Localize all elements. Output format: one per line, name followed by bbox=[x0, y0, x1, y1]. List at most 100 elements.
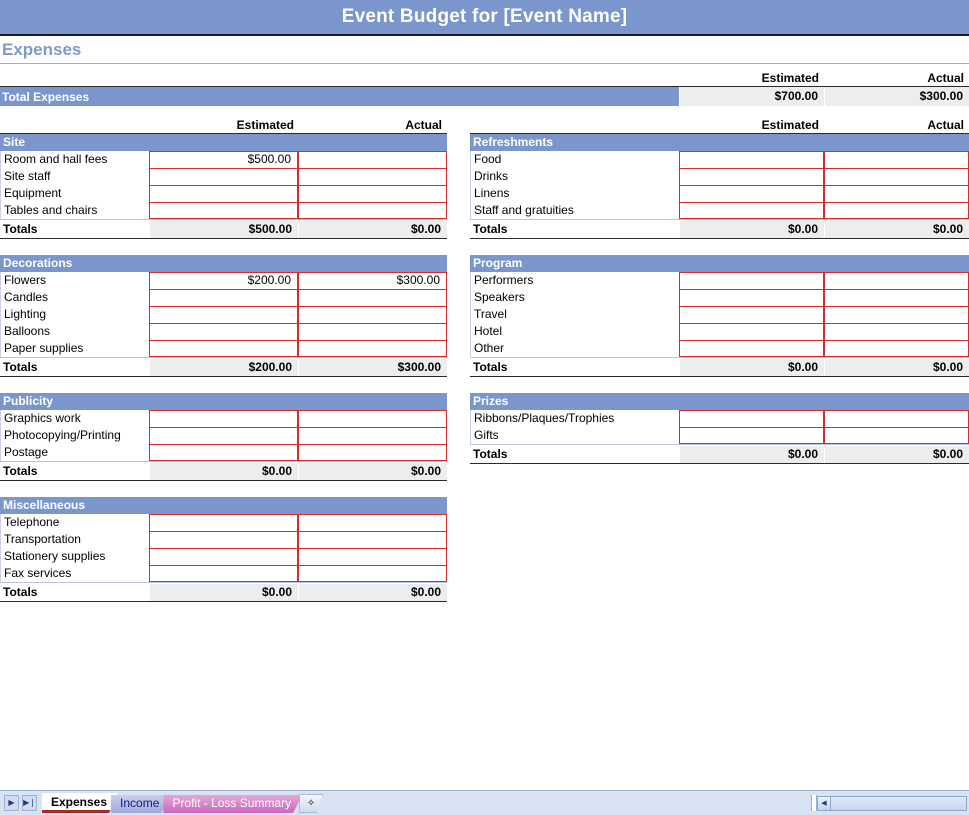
budget-row-label: Linens bbox=[471, 185, 679, 202]
actual-input-cell[interactable] bbox=[824, 185, 969, 202]
actual-input-cell[interactable] bbox=[298, 202, 447, 219]
budget-row-label: Postage bbox=[1, 444, 149, 461]
estimated-input-cell[interactable] bbox=[679, 410, 824, 427]
section-totals-row: Totals$0.00$0.00 bbox=[470, 357, 969, 377]
section-title: Publicity bbox=[0, 393, 447, 410]
section-program: ProgramPerformersSpeakersTravelHotelOthe… bbox=[470, 255, 969, 377]
budget-row-label: Photocopying/Printing bbox=[1, 427, 149, 444]
estimated-input-cell[interactable] bbox=[149, 185, 298, 202]
totals-label: Totals bbox=[0, 584, 149, 601]
actual-input-cell[interactable] bbox=[824, 168, 969, 185]
budget-row: Candles bbox=[1, 289, 447, 306]
budget-row-label: Other bbox=[471, 340, 679, 357]
actual-input-cell[interactable] bbox=[824, 410, 969, 427]
budget-row: Hotel bbox=[471, 323, 969, 340]
budget-row-label: Transportation bbox=[1, 531, 149, 548]
scrollbar-track[interactable] bbox=[831, 796, 967, 811]
estimated-input-cell[interactable] bbox=[679, 427, 824, 444]
actual-input-cell[interactable] bbox=[298, 444, 447, 461]
actual-input-cell[interactable] bbox=[824, 272, 969, 289]
estimated-input-cell[interactable] bbox=[149, 514, 298, 531]
totals-estimated-value: $0.00 bbox=[679, 221, 824, 238]
estimated-input-cell[interactable] bbox=[149, 202, 298, 219]
estimated-input-cell[interactable] bbox=[679, 151, 824, 168]
actual-input-cell[interactable] bbox=[824, 323, 969, 340]
actual-input-cell[interactable] bbox=[298, 185, 447, 202]
section-rows: FoodDrinksLinensStaff and gratuities bbox=[470, 151, 969, 219]
estimated-input-cell[interactable] bbox=[679, 272, 824, 289]
section-totals-row: Totals$0.00$0.00 bbox=[470, 219, 969, 239]
actual-input-cell[interactable] bbox=[298, 168, 447, 185]
budget-row-label: Food bbox=[471, 151, 679, 168]
section-rows: Graphics workPhotocopying/PrintingPostag… bbox=[0, 410, 447, 461]
budget-row: Other bbox=[471, 340, 969, 357]
sheet-tab-expenses[interactable]: Expenses bbox=[42, 793, 118, 813]
estimated-input-cell[interactable] bbox=[679, 168, 824, 185]
section-rows: PerformersSpeakersTravelHotelOther bbox=[470, 272, 969, 357]
section-totals-row: Totals$0.00$0.00 bbox=[470, 444, 969, 464]
estimated-input-cell[interactable] bbox=[149, 531, 298, 548]
estimated-input-cell[interactable]: $500.00 bbox=[149, 151, 298, 168]
total-expenses-actual-value: $300.00 bbox=[824, 87, 969, 106]
budget-row-label: Staff and gratuities bbox=[471, 202, 679, 219]
actual-input-cell[interactable] bbox=[298, 514, 447, 531]
estimated-input-cell[interactable] bbox=[149, 323, 298, 340]
actual-input-cell[interactable] bbox=[298, 289, 447, 306]
estimated-input-cell[interactable] bbox=[149, 168, 298, 185]
estimated-input-cell[interactable] bbox=[149, 306, 298, 323]
section-prizes: PrizesRibbons/Plaques/TrophiesGiftsTotal… bbox=[470, 393, 969, 464]
estimated-input-cell[interactable]: $200.00 bbox=[149, 272, 298, 289]
budget-row: Postage bbox=[1, 444, 447, 461]
actual-input-cell[interactable] bbox=[298, 565, 447, 582]
actual-input-cell[interactable] bbox=[824, 427, 969, 444]
actual-input-cell[interactable] bbox=[824, 340, 969, 357]
scroll-left-arrow-icon[interactable]: ◀ bbox=[817, 796, 831, 811]
estimated-input-cell[interactable] bbox=[149, 444, 298, 461]
right-column: Estimated Actual RefreshmentsFoodDrinksL… bbox=[470, 115, 969, 480]
estimated-input-cell[interactable] bbox=[679, 323, 824, 340]
sheet-tab-profit-loss-summary[interactable]: Profit - Loss Summary bbox=[163, 795, 302, 813]
sheet-heading: Expenses bbox=[0, 36, 969, 64]
actual-input-cell[interactable] bbox=[824, 289, 969, 306]
actual-input-cell[interactable] bbox=[298, 151, 447, 168]
right-sections-host: RefreshmentsFoodDrinksLinensStaff and gr… bbox=[470, 134, 969, 464]
actual-input-cell[interactable] bbox=[298, 340, 447, 357]
estimated-input-cell[interactable] bbox=[679, 340, 824, 357]
budget-row-label: Tables and chairs bbox=[1, 202, 149, 219]
budget-row: Telephone bbox=[1, 514, 447, 531]
next-sheet-arrow-icon[interactable]: ▶ bbox=[4, 795, 19, 811]
estimated-input-cell[interactable] bbox=[679, 306, 824, 323]
section-miscellaneous: MiscellaneousTelephoneTransportationStat… bbox=[0, 497, 447, 602]
last-sheet-arrow-icon[interactable]: ▶❘ bbox=[22, 795, 37, 811]
actual-input-cell[interactable] bbox=[298, 531, 447, 548]
sheet-tab-income[interactable]: Income bbox=[111, 795, 170, 813]
totals-label: Totals bbox=[470, 446, 679, 463]
actual-input-cell[interactable] bbox=[824, 306, 969, 323]
new-sheet-icon[interactable]: ✧ bbox=[299, 794, 323, 813]
actual-input-cell[interactable]: $300.00 bbox=[298, 272, 447, 289]
grand-total-header-row: Estimated Actual bbox=[0, 69, 969, 87]
totals-actual-value: $0.00 bbox=[824, 446, 969, 463]
estimated-input-cell[interactable] bbox=[679, 185, 824, 202]
estimated-input-cell[interactable] bbox=[679, 202, 824, 219]
estimated-input-cell[interactable] bbox=[149, 565, 298, 582]
budget-row: Room and hall fees$500.00 bbox=[1, 151, 447, 168]
estimated-input-cell[interactable] bbox=[149, 289, 298, 306]
estimated-input-cell[interactable] bbox=[149, 340, 298, 357]
page-title: Event Budget for [Event Name] bbox=[342, 6, 628, 28]
actual-input-cell[interactable] bbox=[824, 202, 969, 219]
actual-input-cell[interactable] bbox=[298, 306, 447, 323]
horizontal-scrollbar[interactable]: ◀ bbox=[817, 796, 967, 811]
actual-input-cell[interactable] bbox=[298, 323, 447, 340]
right-actual-header: Actual bbox=[824, 118, 969, 133]
actual-input-cell[interactable] bbox=[298, 548, 447, 565]
actual-input-cell[interactable] bbox=[298, 427, 447, 444]
estimated-input-cell[interactable] bbox=[149, 548, 298, 565]
budget-row: Transportation bbox=[1, 531, 447, 548]
actual-input-cell[interactable] bbox=[298, 410, 447, 427]
estimated-input-cell[interactable] bbox=[149, 427, 298, 444]
budget-row: Lighting bbox=[1, 306, 447, 323]
estimated-input-cell[interactable] bbox=[149, 410, 298, 427]
actual-input-cell[interactable] bbox=[824, 151, 969, 168]
estimated-input-cell[interactable] bbox=[679, 289, 824, 306]
